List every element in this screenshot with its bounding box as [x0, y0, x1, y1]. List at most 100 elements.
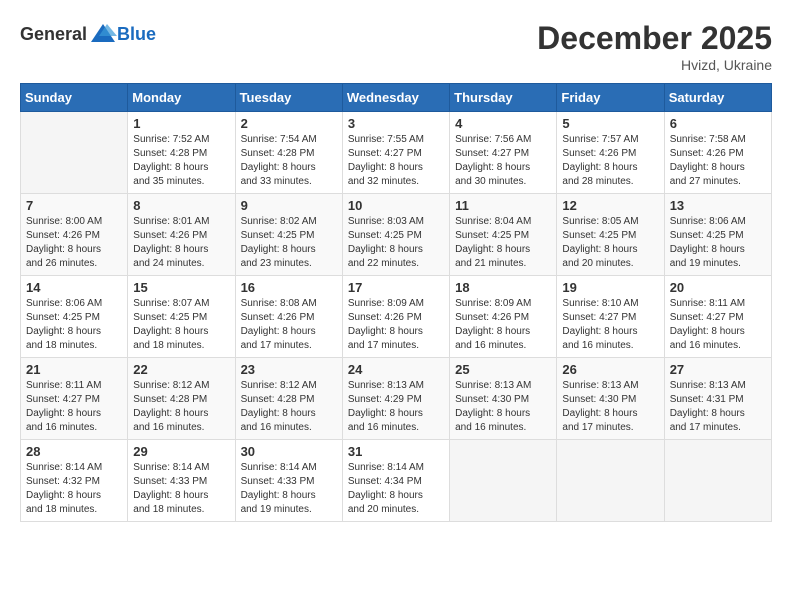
day-info: Sunrise: 8:06 AMSunset: 4:25 PMDaylight:… [670, 215, 766, 271]
logo-icon [89, 20, 117, 48]
day-number: 23 [241, 362, 337, 377]
calendar-cell: 17Sunrise: 8:09 AMSunset: 4:26 PMDayligh… [342, 276, 449, 358]
day-number: 18 [455, 280, 551, 295]
logo-general: General [20, 24, 87, 45]
day-number: 25 [455, 362, 551, 377]
calendar-cell: 1Sunrise: 7:52 AMSunset: 4:28 PMDaylight… [128, 112, 235, 194]
day-info: Sunrise: 8:14 AMSunset: 4:32 PMDaylight:… [26, 461, 122, 517]
day-info: Sunrise: 8:13 AMSunset: 4:29 PMDaylight:… [348, 379, 444, 435]
calendar-cell: 18Sunrise: 8:09 AMSunset: 4:26 PMDayligh… [450, 276, 557, 358]
calendar-week-row: 7Sunrise: 8:00 AMSunset: 4:26 PMDaylight… [21, 194, 772, 276]
day-number: 20 [670, 280, 766, 295]
day-number: 15 [133, 280, 229, 295]
day-number: 9 [241, 198, 337, 213]
calendar-cell: 10 Sunrise: 8:03 AMSunset: 4:25 PMDayligh… [342, 194, 449, 276]
day-info: Sunrise: 8:03 AMSunset: 4:25 PMDaylight:… [348, 215, 444, 271]
calendar-table: SundayMondayTuesdayWednesdayThursdayFrid… [20, 83, 772, 522]
calendar-week-row: 1Sunrise: 7:52 AMSunset: 4:28 PMDaylight… [21, 112, 772, 194]
calendar-week-row: 14 Sunrise: 8:06 AMSunset: 4:25 PMDayligh… [21, 276, 772, 358]
calendar-cell: 30 Sunrise: 8:14 AMSunset: 4:33 PMDayligh… [235, 440, 342, 522]
day-info: Sunrise: 7:55 AMSunset: 4:27 PMDaylight:… [348, 133, 444, 189]
calendar-day-header: Tuesday [235, 84, 342, 112]
calendar-cell: 21Sunrise: 8:11 AMSunset: 4:27 PMDayligh… [21, 358, 128, 440]
calendar-day-header: Monday [128, 84, 235, 112]
title-block: December 2025 Hvizd, Ukraine [537, 20, 772, 73]
calendar-cell [450, 440, 557, 522]
day-info: Sunrise: 8:12 AMSunset: 4:28 PMDaylight:… [241, 379, 337, 435]
calendar-week-row: 28 Sunrise: 8:14 AMSunset: 4:32 PMDayligh… [21, 440, 772, 522]
calendar-cell: 3Sunrise: 7:55 AMSunset: 4:27 PMDaylight… [342, 112, 449, 194]
calendar-cell: 25Sunrise: 8:13 AMSunset: 4:30 PMDayligh… [450, 358, 557, 440]
calendar-day-header: Friday [557, 84, 664, 112]
day-info: Sunrise: 7:58 AMSunset: 4:26 PMDaylight:… [670, 133, 766, 189]
calendar-cell: 19Sunrise: 8:10 AMSunset: 4:27 PMDayligh… [557, 276, 664, 358]
day-number: 27 [670, 362, 766, 377]
day-info: Sunrise: 8:01 AMSunset: 4:26 PMDaylight:… [133, 215, 229, 271]
day-info: Sunrise: 8:09 AMSunset: 4:26 PMDaylight:… [348, 297, 444, 353]
calendar-day-header: Saturday [664, 84, 771, 112]
day-number: 29 [133, 444, 229, 459]
day-number: 19 [562, 280, 658, 295]
calendar-cell: 28 Sunrise: 8:14 AMSunset: 4:32 PMDayligh… [21, 440, 128, 522]
day-number: 12 [562, 198, 658, 213]
calendar-cell: 15 Sunrise: 8:07 AMSunset: 4:25 PMDayligh… [128, 276, 235, 358]
calendar-cell: 5 Sunrise: 7:57 AMSunset: 4:26 PMDaylight… [557, 112, 664, 194]
calendar-cell: 20 Sunrise: 8:11 AMSunset: 4:27 PMDayligh… [664, 276, 771, 358]
day-info: Sunrise: 8:00 AMSunset: 4:26 PMDaylight:… [26, 215, 122, 271]
calendar-cell: 24Sunrise: 8:13 AMSunset: 4:29 PMDayligh… [342, 358, 449, 440]
day-info: Sunrise: 7:54 AMSunset: 4:28 PMDaylight:… [241, 133, 337, 189]
day-info: Sunrise: 8:07 AMSunset: 4:25 PMDaylight:… [133, 297, 229, 353]
day-info: Sunrise: 7:52 AMSunset: 4:28 PMDaylight:… [133, 133, 229, 189]
day-info: Sunrise: 8:02 AMSunset: 4:25 PMDaylight:… [241, 215, 337, 271]
calendar-cell: 8 Sunrise: 8:01 AMSunset: 4:26 PMDaylight… [128, 194, 235, 276]
day-number: 10 [348, 198, 444, 213]
day-number: 28 [26, 444, 122, 459]
page-header: General Blue December 2025 Hvizd, Ukrain… [20, 20, 772, 73]
day-info: Sunrise: 8:13 AMSunset: 4:31 PMDaylight:… [670, 379, 766, 435]
day-info: Sunrise: 8:14 AMSunset: 4:33 PMDaylight:… [241, 461, 337, 517]
day-info: Sunrise: 8:06 AMSunset: 4:25 PMDaylight:… [26, 297, 122, 353]
day-info: Sunrise: 8:13 AMSunset: 4:30 PMDaylight:… [562, 379, 658, 435]
day-info: Sunrise: 8:12 AMSunset: 4:28 PMDaylight:… [133, 379, 229, 435]
day-number: 22 [133, 362, 229, 377]
day-info: Sunrise: 8:11 AMSunset: 4:27 PMDaylight:… [26, 379, 122, 435]
day-number: 26 [562, 362, 658, 377]
calendar-week-row: 21Sunrise: 8:11 AMSunset: 4:27 PMDayligh… [21, 358, 772, 440]
calendar-cell: 16 Sunrise: 8:08 AMSunset: 4:26 PMDayligh… [235, 276, 342, 358]
day-info: Sunrise: 8:11 AMSunset: 4:27 PMDaylight:… [670, 297, 766, 353]
day-info: Sunrise: 8:08 AMSunset: 4:26 PMDaylight:… [241, 297, 337, 353]
calendar-header: SundayMondayTuesdayWednesdayThursdayFrid… [21, 84, 772, 112]
day-info: Sunrise: 7:57 AMSunset: 4:26 PMDaylight:… [562, 133, 658, 189]
calendar-cell: 13 Sunrise: 8:06 AMSunset: 4:25 PMDayligh… [664, 194, 771, 276]
calendar-cell: 23 Sunrise: 8:12 AMSunset: 4:28 PMDayligh… [235, 358, 342, 440]
calendar-cell: 12 Sunrise: 8:05 AMSunset: 4:25 PMDayligh… [557, 194, 664, 276]
calendar-cell [557, 440, 664, 522]
day-info: Sunrise: 8:14 AMSunset: 4:34 PMDaylight:… [348, 461, 444, 517]
calendar-cell: 7Sunrise: 8:00 AMSunset: 4:26 PMDaylight… [21, 194, 128, 276]
day-info: Sunrise: 8:05 AMSunset: 4:25 PMDaylight:… [562, 215, 658, 271]
day-number: 13 [670, 198, 766, 213]
location: Hvizd, Ukraine [537, 57, 772, 73]
calendar-cell: 9 Sunrise: 8:02 AMSunset: 4:25 PMDaylight… [235, 194, 342, 276]
calendar-cell: 27 Sunrise: 8:13 AMSunset: 4:31 PMDayligh… [664, 358, 771, 440]
day-number: 30 [241, 444, 337, 459]
calendar-day-header: Sunday [21, 84, 128, 112]
calendar-cell: 14 Sunrise: 8:06 AMSunset: 4:25 PMDayligh… [21, 276, 128, 358]
day-info: Sunrise: 8:04 AMSunset: 4:25 PMDaylight:… [455, 215, 551, 271]
day-number: 5 [562, 116, 658, 131]
calendar-cell: 26 Sunrise: 8:13 AMSunset: 4:30 PMDayligh… [557, 358, 664, 440]
logo-blue: Blue [117, 24, 156, 45]
day-number: 14 [26, 280, 122, 295]
day-number: 11 [455, 198, 551, 213]
calendar-cell: 29 Sunrise: 8:14 AMSunset: 4:33 PMDayligh… [128, 440, 235, 522]
calendar-cell [664, 440, 771, 522]
day-number: 16 [241, 280, 337, 295]
calendar-cell: 6 Sunrise: 7:58 AMSunset: 4:26 PMDaylight… [664, 112, 771, 194]
day-number: 31 [348, 444, 444, 459]
day-number: 6 [670, 116, 766, 131]
day-number: 8 [133, 198, 229, 213]
month-title: December 2025 [537, 20, 772, 57]
logo: General Blue [20, 20, 156, 48]
day-info: Sunrise: 8:14 AMSunset: 4:33 PMDaylight:… [133, 461, 229, 517]
calendar-cell: 22 Sunrise: 8:12 AMSunset: 4:28 PMDayligh… [128, 358, 235, 440]
